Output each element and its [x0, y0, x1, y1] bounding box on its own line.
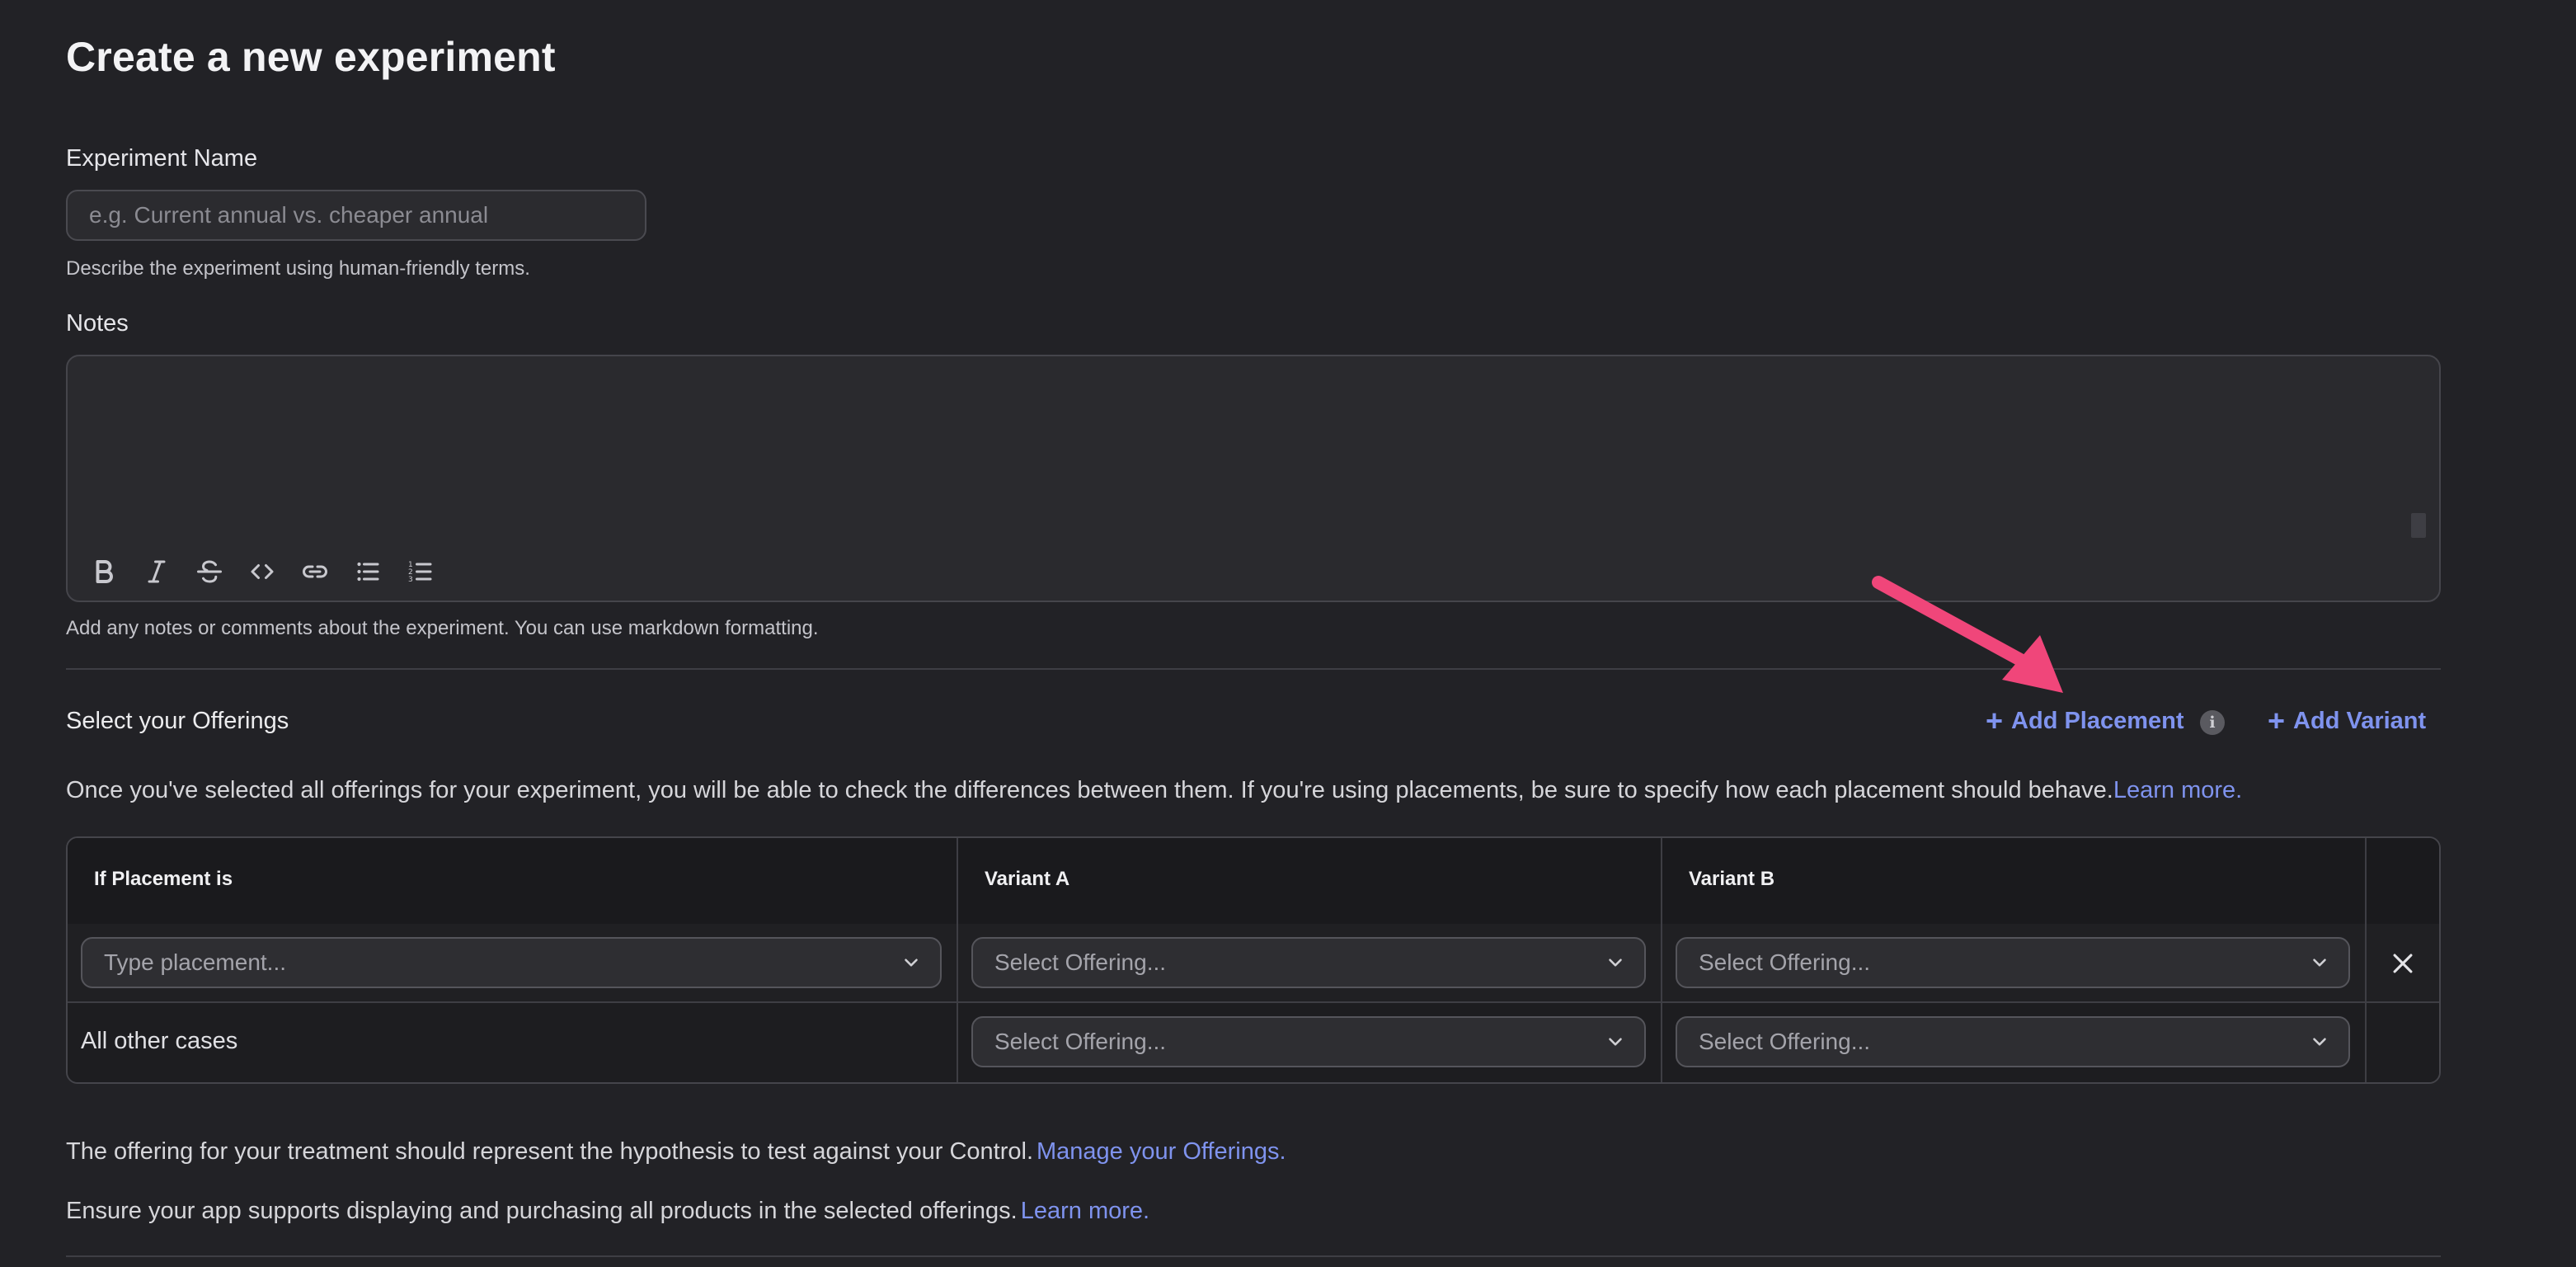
chevron-down-icon	[1609, 1038, 1622, 1046]
notes-label: Notes	[66, 310, 129, 337]
add-placement-button[interactable]: + Add Placement	[1986, 706, 2184, 736]
notes-textarea[interactable]	[68, 356, 2442, 541]
offerings-section-title: Select your Offerings	[66, 708, 289, 734]
numbered-list-icon[interactable]: 123	[401, 552, 440, 591]
experiment-name-help: Describe the experiment using human-frie…	[66, 257, 530, 280]
support-text: Ensure your app supports displaying and …	[66, 1198, 1018, 1224]
create-experiment-page: Create a new experiment Experiment Name …	[0, 0, 2576, 1267]
variant-a-select[interactable]: Select Offering...	[971, 1016, 1646, 1067]
variant-b-placeholder: Select Offering...	[1699, 1029, 1871, 1054]
all-other-cases-label: All other cases	[81, 1028, 238, 1054]
column-divider	[957, 838, 958, 1082]
variant-b-select[interactable]: Select Offering...	[1676, 937, 2350, 988]
learn-more-link[interactable]: Learn more.	[2113, 777, 2242, 803]
plus-icon: +	[1986, 704, 2004, 737]
plus-icon: +	[2268, 704, 2286, 737]
notes-editor: 123	[66, 355, 2442, 602]
strikethrough-icon[interactable]	[190, 552, 229, 591]
header-variant-b: Variant B	[1689, 868, 1775, 890]
variant-a-placeholder: Select Offering...	[994, 1029, 1167, 1054]
offerings-description-text: Once you've selected all offerings for y…	[66, 777, 2113, 803]
experiment-name-label: Experiment Name	[66, 145, 258, 172]
experiment-name-input[interactable]	[66, 190, 646, 241]
bold-icon[interactable]	[84, 552, 124, 591]
close-icon	[2393, 954, 2413, 973]
support-note: Ensure your app supports displaying and …	[66, 1198, 1149, 1225]
table-row: Type placement... Select Offering... Sel…	[68, 924, 2439, 1003]
manage-offerings-link[interactable]: Manage your Offerings.	[1037, 1138, 1286, 1165]
add-variant-label: Add Variant	[2293, 707, 2427, 734]
placement-select[interactable]: Type placement...	[81, 937, 942, 988]
column-divider	[2365, 838, 2367, 1082]
offerings-description: Once you've selected all offerings for y…	[66, 777, 2242, 804]
chevron-down-icon	[1609, 958, 1622, 967]
italic-icon[interactable]	[137, 552, 176, 591]
link-icon[interactable]	[295, 552, 335, 591]
remove-row-button[interactable]	[2378, 939, 2428, 988]
variant-b-placeholder: Select Offering...	[1699, 949, 1871, 975]
bulleted-list-icon[interactable]	[348, 552, 388, 591]
column-divider	[1661, 838, 1662, 1082]
treatment-text: The offering for your treatment should r…	[66, 1138, 1033, 1165]
table-row: All other cases Select Offering... Selec…	[68, 1003, 2439, 1082]
annotation-arrow-icon	[1872, 576, 2063, 693]
svg-text:3: 3	[408, 576, 413, 584]
section-divider	[66, 668, 2441, 670]
chevron-down-icon	[2313, 958, 2326, 967]
treatment-note: The offering for your treatment should r…	[66, 1138, 1286, 1166]
code-icon[interactable]	[242, 552, 282, 591]
header-placement: If Placement is	[94, 868, 233, 890]
variant-a-select[interactable]: Select Offering...	[971, 937, 1646, 988]
chevron-down-icon	[905, 958, 918, 967]
placement-placeholder: Type placement...	[104, 949, 287, 975]
notes-resize-handle[interactable]	[2411, 513, 2426, 538]
add-placement-label: Add Placement	[2011, 707, 2184, 734]
add-variant-button[interactable]: + Add Variant	[2268, 706, 2426, 736]
info-icon[interactable]: i	[2200, 710, 2225, 735]
notes-toolbar: 123	[84, 551, 440, 592]
table-header: If Placement is Variant A Variant B	[68, 838, 2439, 924]
header-variant-a: Variant A	[985, 868, 1070, 890]
chevron-down-icon	[2313, 1038, 2326, 1046]
variant-b-select[interactable]: Select Offering...	[1676, 1016, 2350, 1067]
notes-help: Add any notes or comments about the expe…	[66, 617, 819, 639]
offerings-table: If Placement is Variant A Variant B Type…	[66, 836, 2441, 1084]
bottom-divider	[66, 1255, 2441, 1257]
variant-a-placeholder: Select Offering...	[994, 949, 1167, 975]
page-title: Create a new experiment	[66, 34, 556, 80]
support-learn-more-link[interactable]: Learn more.	[1021, 1198, 1149, 1224]
